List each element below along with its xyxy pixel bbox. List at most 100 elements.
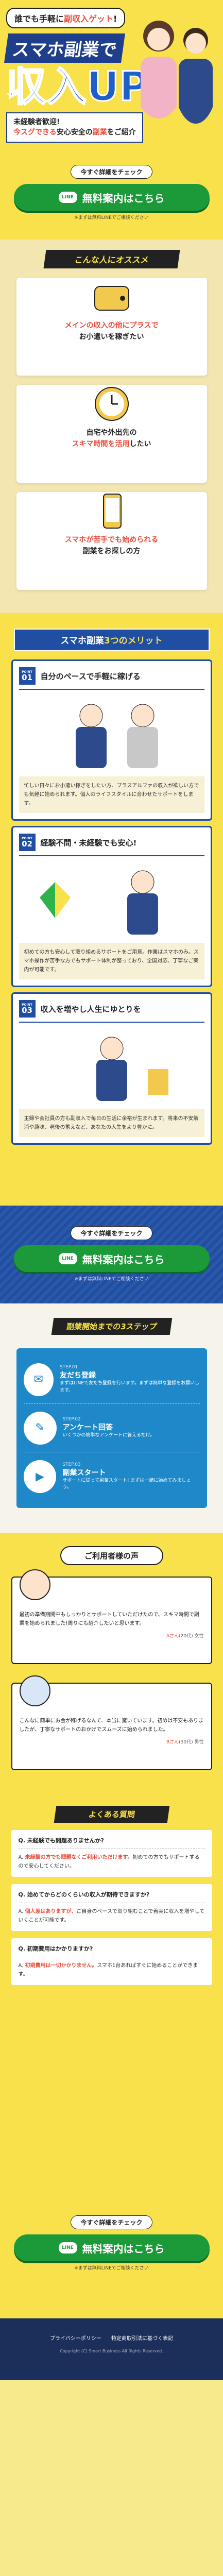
recommend-card: メインの収入の他にプラスで お小遣いを稼ぎたい [16, 278, 207, 376]
recommend-card-text: したい [129, 440, 151, 449]
line-icon: LINE [58, 2242, 77, 2253]
legal-notice-link[interactable]: 特定商取引法に基づく表記 [111, 2336, 173, 2342]
merit-illustration [19, 1028, 204, 1105]
middle-cta: 今すぐ詳細をチェック LINE 無料案内はこちら ※まずは無料LINEでご相談く… [0, 1226, 223, 1282]
avatar [19, 1675, 50, 1706]
cta-pre: 今すぐ詳細をチェック [71, 165, 152, 179]
avatar [19, 1569, 50, 1600]
step-desc: サポートに従って副業スタート! まずは一緒に始めてみましょう。 [62, 1478, 191, 1490]
voice-author: Aさん(20代) 女性 [166, 1634, 204, 1639]
faq-question: Q. 初期費用はかかりますか? [18, 1944, 205, 1957]
hero-section: 誰でも手軽に副収入ゲット! スマホ副業で 収入UP 未経験者歓迎! 今スグできる… [0, 0, 223, 240]
line-icon: LINE [58, 192, 77, 203]
merit-item: POINT 02 経験不問・未経験でも安心! 初めての方も安心して取り組めるサポート… [11, 826, 212, 987]
voice-section: ご利用者様の声 最初の準備期間中もしっかりとサポートしていただけたので、スキマ時… [0, 1533, 223, 1806]
cta-note: ※まずは無料LINEでご相談ください [74, 215, 149, 221]
step-label: STEP.01 [59, 1365, 78, 1370]
step-label: STEP.02 [62, 1416, 81, 1422]
clock-icon [93, 385, 131, 423]
merit-number: POINT 02 [19, 834, 36, 851]
recommend-card-text: スマホが苦手でも始められる [64, 536, 159, 544]
hero-cta: 今すぐ詳細をチェック LINE 無料案内はこちら ※まずは無料LINEでご相談く… [0, 165, 223, 221]
recommend-card-text: 自宅や外出先の [86, 429, 137, 437]
faq-item[interactable]: Q. 初期費用はかかりますか? A. 初期費用は一切かかりません。スマホ1台あれ… [11, 1938, 212, 1985]
hero-man-illustration [179, 28, 213, 124]
voice-item: こんなに簡単にお金が稼げるなんて、本当に驚いています。初めは不安もありましたが、… [11, 1675, 212, 1770]
hero-sub2-post: をご紹介 [107, 128, 136, 137]
faq-answer: A. 個人差はありますが、ご自身のペースで取り組むことで着実に収入を増やしていく… [18, 1909, 205, 1923]
merit-body: 忙しい日々にお小遣い稼ぎをしたい方、プラスアルファの収入が欲しい方でも気軽に始め… [19, 776, 204, 813]
free-guide-button-label: 無料案内はこちら [82, 1253, 165, 1266]
merits-title-pre: スマホ副業 [60, 636, 104, 646]
merit-number: POINT 01 [19, 667, 36, 685]
recommend-card-text: メインの収入の他にプラスで [64, 321, 159, 330]
voice-text: こんなに簡単にお金が稼げるなんて、本当に驚いています。初めは不安もありましたが、… [19, 1718, 204, 1733]
steps-title: 副業開始までの3ステップ [51, 1318, 172, 1335]
step-title: 友だち登録 [59, 1371, 96, 1380]
recommend-title: こんな人にオススメ [43, 250, 180, 268]
voice-title: ご利用者様の声 [60, 1546, 163, 1565]
step-desc: いくつかの簡単なアンケートに答えるだけ。 [62, 1432, 155, 1438]
page: 誰でも手軽に副収入ゲット! スマホ副業で 収入UP 未経験者歓迎! 今スグできる… [0, 0, 223, 2380]
merit-illustration [19, 861, 204, 939]
faq-item[interactable]: Q. 始めてからどのくらいの収入が期待できますか? A. 個人差はありますが、ご… [11, 1884, 212, 1931]
merit-body: 主婦や会社員の方も副収入で毎日の生活に余裕が生まれます。将来の不安解消や趣味、老… [19, 1109, 204, 1137]
faq-question: Q. 始めてからどのくらいの収入が期待できますか? [18, 1890, 205, 1903]
hero-sub1: 未経験者歓迎! [13, 118, 60, 126]
start-icon: ▶ [23, 1460, 57, 1493]
merits-section: スマホ副業3つのメリット POINT 01 自分のペースで手軽に稼げる 忙しい日々に… [0, 613, 223, 1206]
wallet-icon [93, 278, 131, 316]
hero-sub2-mid: 安心安全の [56, 128, 93, 137]
merit-heading: 経験不問・未経験でも安心! [40, 838, 137, 848]
faq-answer: A. 初期費用は一切かかりません。スマホ1台あればすぐに始めることができます。 [18, 1963, 198, 1977]
cta-pre: 今すぐ詳細をチェック [71, 1226, 152, 1240]
recommend-card: スマホが苦手でも始められる 副業をお探しの方 [16, 492, 207, 590]
hero-tag-emph: 副収入ゲット [64, 14, 114, 24]
step-item: ✎ STEP.02 アンケート回答 いくつかの簡単なアンケートに答えるだけ。 [23, 1404, 200, 1452]
hero-tag-post: ! [113, 14, 117, 24]
merit-item: POINT 01 自分のペースで手軽に稼げる 忙しい日々にお小遣い稼ぎをしたい方、プ… [11, 659, 212, 821]
faq-answer: A. 未経験の方でも問題なくご利用いただけます。初めての方でもサポートするので安… [18, 1855, 200, 1869]
step-title: 副業スタート [62, 1468, 106, 1477]
copyright: Copyright (C) Smart Business All Rights … [60, 2349, 163, 2353]
hero-line1: スマホ副業で [4, 33, 125, 63]
free-guide-button[interactable]: LINE 無料案内はこちら [13, 2234, 210, 2261]
merit-body: 初めての方も安心して取り組めるサポートをご用意。作業はスマホのみ。スマホ操作が苦… [19, 943, 204, 979]
cta-pre: 今すぐ詳細をチェック [71, 2215, 152, 2229]
line-icon: LINE [58, 1253, 77, 1264]
step-item: ▶ STEP.03 副業スタート サポートに従って副業スタート! まずは一緒に始めて… [23, 1452, 200, 1501]
privacy-policy-link[interactable]: プライバシーポリシー [50, 2336, 101, 2342]
bottom-cta: 今すぐ詳細をチェック LINE 無料案内はこちら ※まずは無料LINEでご相談く… [0, 2215, 223, 2271]
faq-item[interactable]: Q. 未経験でも問題ありませんか? A. 未経験の方でも問題なくご利用いただけま… [11, 1830, 212, 1877]
steps-list: ✉ STEP.01 友だち登録 まずはLINEで友だち登録を行います。まずは簡単な登… [16, 1348, 207, 1508]
merits-title-emph: 3つのメリット [104, 636, 163, 646]
hero-tag: 誰でも手軽に副収入ゲット! [6, 8, 126, 28]
hero-tag-pre: 誰でも手軽に [14, 14, 64, 24]
footer-links: プライバシーポリシー 特定商取引法に基づく表記 [0, 2334, 223, 2342]
cta-note: ※まずは無料LINEでご相談ください [74, 2266, 149, 2271]
middle-cta-section: 今すぐ詳細をチェック LINE 無料案内はこちら ※まずは無料LINEでご相談く… [0, 1206, 223, 1303]
faq-title: よくある質問 [54, 1806, 169, 1823]
step-desc: まずはLINEで友だち登録を行います。まずは簡単な登録をお願いします。 [59, 1381, 200, 1393]
recommend-card-text: スキマ時間を活用 [72, 440, 130, 449]
recommend-card-text: お小遣いを稼ぎたい [79, 333, 144, 342]
voice-author: Bさん(30代) 男性 [166, 1740, 204, 1745]
hero-sub2-red2: 副業 [92, 128, 107, 137]
cta-note: ※まずは無料LINEでご相談ください [74, 1277, 149, 1282]
merit-heading: 自分のペースで手軽に稼げる [40, 671, 141, 681]
recommend-section: こんな人にオススメ メインの収入の他にプラスで お小遣いを稼ぎたい 自宅や外出先の… [0, 240, 223, 613]
chat-icon: ✉ [23, 1363, 54, 1396]
steps-section: 副業開始までの3ステップ ✉ STEP.01 友だち登録 まずはLINEで友だち登録… [0, 1303, 223, 1533]
merit-number: POINT 03 [19, 1000, 36, 1018]
free-guide-button-label: 無料案内はこちら [82, 2242, 165, 2255]
footer: プライバシーポリシー 特定商取引法に基づく表記 Copyright (C) Sm… [0, 2318, 223, 2380]
hero-sub: 未経験者歓迎! 今スグできる安心安全の副業をご紹介 [6, 112, 143, 143]
hero-sub2-red: 今スグできる [13, 128, 57, 137]
free-guide-button[interactable]: LINE 無料案内はこちら [13, 1245, 210, 1272]
step-item: ✉ STEP.01 友だち登録 まずはLINEで友だち登録を行います。まずは簡単な登… [23, 1355, 200, 1404]
bottom-cta-section: 今すぐ詳細をチェック LINE 無料案内はこちら ※まずは無料LINEでご相談く… [0, 2184, 223, 2318]
free-guide-button[interactable]: LINE 無料案内はこちら [13, 184, 210, 211]
faq-question: Q. 未経験でも問題ありませんか? [18, 1836, 205, 1849]
step-label: STEP.03 [62, 1462, 81, 1467]
recommend-card-text: 副業をお探しの方 [82, 547, 141, 556]
